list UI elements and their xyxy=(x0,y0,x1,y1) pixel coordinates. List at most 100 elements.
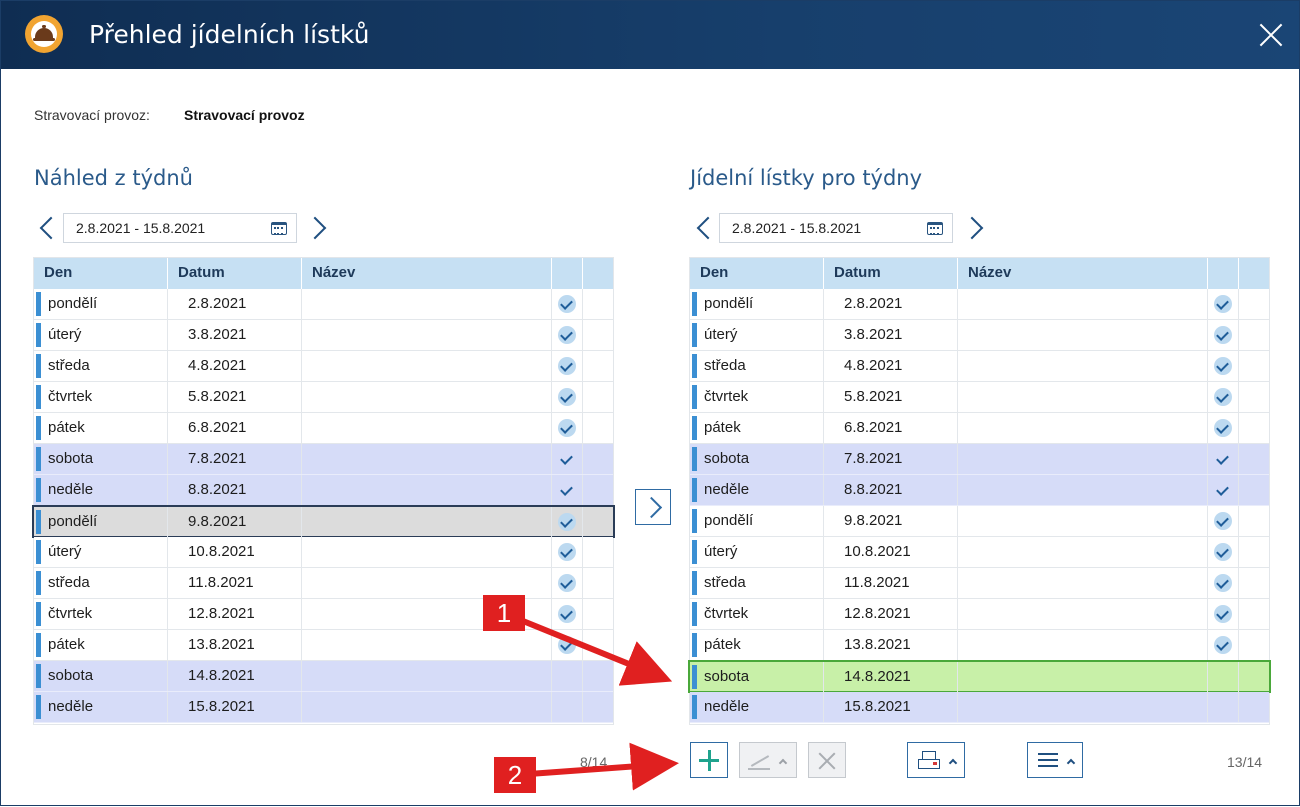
table-row[interactable]: neděle 8.8.2021 xyxy=(34,475,613,506)
checkmark-icon xyxy=(558,605,576,623)
date-cell: 7.8.2021 xyxy=(824,444,958,474)
left-prev-week-icon[interactable] xyxy=(36,214,56,242)
checkmark-icon xyxy=(1214,574,1232,592)
day-cell: čtvrtek xyxy=(34,599,168,629)
name-cell xyxy=(958,413,1208,443)
check-cell xyxy=(1208,444,1239,474)
left-date-range-text: 2.8.2021 - 15.8.2021 xyxy=(76,220,206,236)
date-cell: 8.8.2021 xyxy=(168,475,302,505)
table-row[interactable]: pondělí 9.8.2021 xyxy=(32,505,615,538)
callout-badge-1: 1 xyxy=(483,595,525,631)
check-cell xyxy=(552,320,583,350)
menu-button[interactable] xyxy=(1027,742,1083,778)
column-header-day[interactable]: Den xyxy=(690,258,824,289)
checkmark-icon xyxy=(558,295,576,313)
date-cell: 10.8.2021 xyxy=(168,537,302,567)
table-row[interactable]: čtvrtek 12.8.2021 xyxy=(690,599,1269,630)
table-row[interactable]: středa 4.8.2021 xyxy=(34,351,613,382)
table-row[interactable]: středa 11.8.2021 xyxy=(34,568,613,599)
right-prev-week-icon[interactable] xyxy=(693,214,713,242)
day-cell: neděle xyxy=(34,475,168,505)
name-cell xyxy=(302,351,552,381)
table-row[interactable]: sobota 7.8.2021 xyxy=(34,444,613,475)
left-panel-title: Náhled z týdnů xyxy=(34,166,193,190)
table-row[interactable]: středa 4.8.2021 xyxy=(690,351,1269,382)
right-grid-header: Den Datum Název xyxy=(690,258,1269,289)
column-header-name[interactable]: Název xyxy=(958,258,1208,289)
right-date-range-input[interactable]: 2.8.2021 - 15.8.2021 xyxy=(719,213,953,243)
column-header-check xyxy=(1208,258,1239,289)
column-header-date[interactable]: Datum xyxy=(168,258,302,289)
table-row[interactable]: úterý 10.8.2021 xyxy=(690,537,1269,568)
table-row[interactable]: sobota 14.8.2021 xyxy=(688,660,1271,693)
edit-button[interactable] xyxy=(739,742,797,778)
date-cell: 7.8.2021 xyxy=(168,444,302,474)
name-cell xyxy=(302,537,552,567)
calendar-icon[interactable] xyxy=(271,222,287,235)
check-cell xyxy=(552,568,583,598)
table-row[interactable]: pondělí 9.8.2021 xyxy=(690,506,1269,537)
table-row[interactable]: sobota 14.8.2021 xyxy=(34,661,613,692)
check-cell xyxy=(1208,382,1239,412)
check-cell xyxy=(1208,568,1239,598)
dialog-window: Přehled jídelních lístků Stravovací prov… xyxy=(0,0,1300,806)
left-next-week-icon[interactable] xyxy=(307,214,327,242)
date-cell: 4.8.2021 xyxy=(168,351,302,381)
day-cell: pondělí xyxy=(690,289,824,319)
table-row[interactable]: neděle 15.8.2021 xyxy=(34,692,613,723)
right-record-counter: 13/14 xyxy=(1227,754,1263,770)
table-row[interactable]: neděle 8.8.2021 xyxy=(690,475,1269,506)
delete-button[interactable] xyxy=(808,742,846,778)
table-row[interactable]: čtvrtek 12.8.2021 xyxy=(34,599,613,630)
name-cell xyxy=(302,507,552,537)
checkmark-icon xyxy=(1214,450,1232,468)
table-row[interactable]: úterý 3.8.2021 xyxy=(34,320,613,351)
day-cell: pondělí xyxy=(34,289,168,319)
checkmark-icon xyxy=(1214,419,1232,437)
checkmark-icon xyxy=(558,326,576,344)
check-cell xyxy=(1208,475,1239,505)
column-header-date[interactable]: Datum xyxy=(824,258,958,289)
name-cell xyxy=(302,692,552,722)
close-icon[interactable] xyxy=(1253,17,1289,53)
date-cell: 11.8.2021 xyxy=(168,568,302,598)
checkmark-icon xyxy=(1214,357,1232,375)
day-cell: sobota xyxy=(34,444,168,474)
day-cell: pondělí xyxy=(34,507,168,537)
copy-to-right-button[interactable] xyxy=(635,489,671,525)
day-cell: pátek xyxy=(34,630,168,660)
date-cell: 15.8.2021 xyxy=(168,692,302,722)
table-row[interactable]: čtvrtek 5.8.2021 xyxy=(34,382,613,413)
table-row[interactable]: sobota 7.8.2021 xyxy=(690,444,1269,475)
check-cell xyxy=(1208,599,1239,629)
table-row[interactable]: pátek 13.8.2021 xyxy=(34,630,613,661)
day-cell: čtvrtek xyxy=(690,382,824,412)
app-logo-icon xyxy=(25,15,63,53)
day-cell: pátek xyxy=(690,413,824,443)
table-row[interactable]: pondělí 2.8.2021 xyxy=(34,289,613,320)
table-row[interactable]: úterý 3.8.2021 xyxy=(690,320,1269,351)
table-row[interactable]: neděle 15.8.2021 xyxy=(690,692,1269,723)
right-next-week-icon[interactable] xyxy=(964,214,984,242)
table-row[interactable]: pondělí 2.8.2021 xyxy=(690,289,1269,320)
table-row[interactable]: pátek 13.8.2021 xyxy=(690,630,1269,661)
column-header-day[interactable]: Den xyxy=(34,258,168,289)
table-row[interactable]: pátek 6.8.2021 xyxy=(34,413,613,444)
facility-value: Stravovací provoz xyxy=(184,107,305,123)
table-row[interactable]: pátek 6.8.2021 xyxy=(690,413,1269,444)
name-cell xyxy=(958,662,1208,692)
day-cell: úterý xyxy=(690,320,824,350)
name-cell xyxy=(302,320,552,350)
table-row[interactable]: středa 11.8.2021 xyxy=(690,568,1269,599)
add-button[interactable] xyxy=(690,742,728,778)
print-button[interactable] xyxy=(907,742,965,778)
check-cell xyxy=(1208,537,1239,567)
date-cell: 12.8.2021 xyxy=(168,599,302,629)
left-date-range-input[interactable]: 2.8.2021 - 15.8.2021 xyxy=(63,213,297,243)
table-row[interactable]: úterý 10.8.2021 xyxy=(34,537,613,568)
table-row[interactable]: čtvrtek 5.8.2021 xyxy=(690,382,1269,413)
day-cell: pondělí xyxy=(690,506,824,536)
date-cell: 8.8.2021 xyxy=(824,475,958,505)
column-header-name[interactable]: Název xyxy=(302,258,552,289)
calendar-icon[interactable] xyxy=(927,222,943,235)
